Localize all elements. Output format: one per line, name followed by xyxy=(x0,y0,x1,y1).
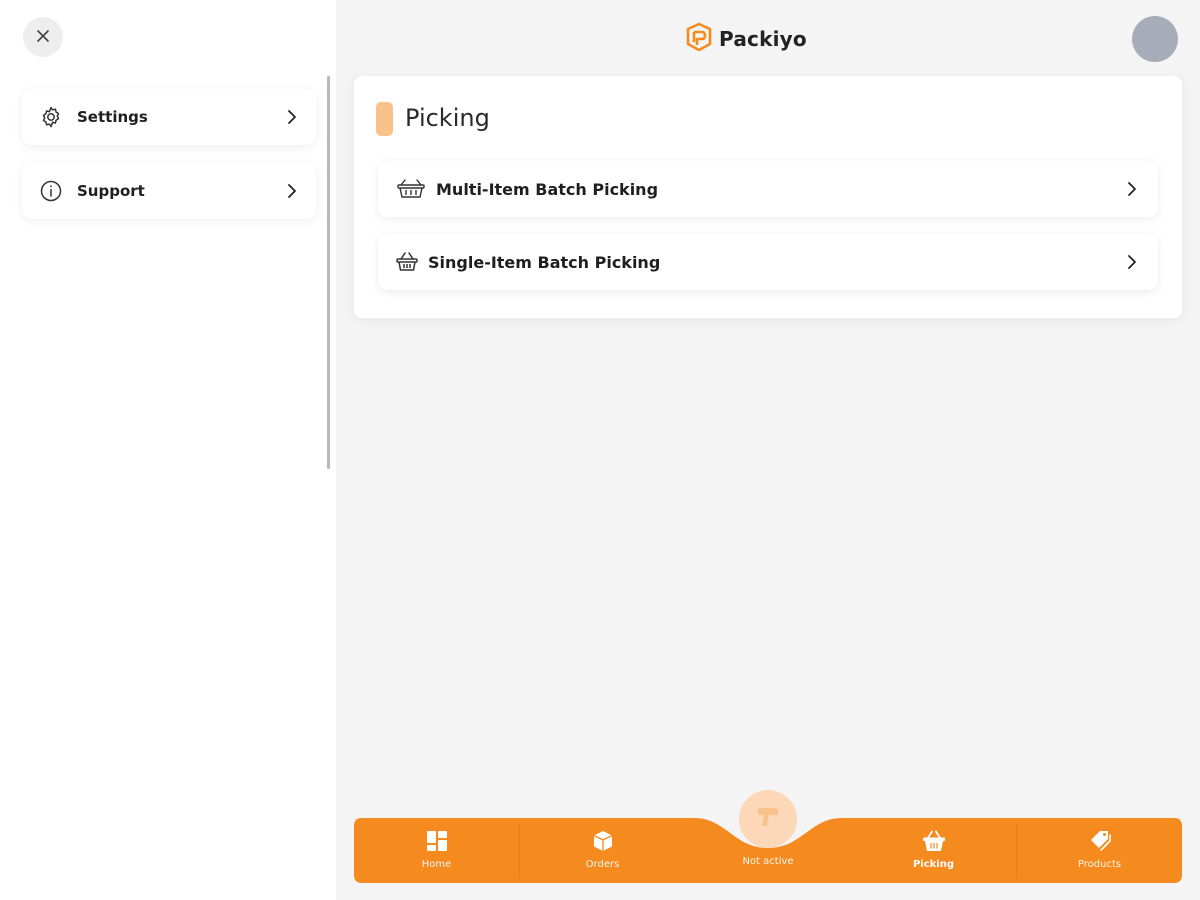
bottom-nav: Home Orders Not active Picking Products xyxy=(354,790,1182,883)
close-drawer-button[interactable] xyxy=(23,17,63,57)
chevron-right-icon xyxy=(1124,181,1140,197)
multi-item-batch-picking-button[interactable]: Multi-Item Batch Picking xyxy=(378,161,1158,217)
gear-icon xyxy=(39,105,63,129)
pick-row-label: Multi-Item Batch Picking xyxy=(436,179,659,199)
side-drawer: Settings Support xyxy=(0,0,336,900)
box-icon xyxy=(592,830,614,856)
nav-item-picking[interactable]: Picking xyxy=(851,818,1016,883)
section-accent-bar xyxy=(376,102,393,136)
chevron-right-icon xyxy=(284,109,300,125)
packiyo-logo-icon xyxy=(684,22,714,56)
tags-icon xyxy=(1088,830,1112,856)
chevron-right-icon xyxy=(1124,254,1140,270)
drawer-item-settings[interactable]: Settings xyxy=(22,89,316,145)
picking-card: Picking Multi-Item Batch Picking Single-… xyxy=(354,76,1182,318)
multi-basket-icon xyxy=(396,179,426,199)
nav-label: Picking xyxy=(912,859,955,870)
basket-icon xyxy=(396,252,418,272)
brand-logo[interactable]: Packiyo xyxy=(684,22,807,56)
pick-row-label: Single-Item Batch Picking xyxy=(428,252,661,272)
single-item-batch-picking-button[interactable]: Single-Item Batch Picking xyxy=(378,234,1158,290)
brand-name: Packiyo xyxy=(719,27,807,51)
close-icon xyxy=(36,28,50,47)
nav-item-home[interactable]: Home xyxy=(354,818,519,883)
basket-icon xyxy=(922,830,946,856)
nav-label: Orders xyxy=(585,859,620,870)
chevron-right-icon xyxy=(284,183,300,199)
drawer-item-label: Support xyxy=(77,182,145,200)
nav-item-orders[interactable]: Orders xyxy=(520,818,685,883)
info-icon xyxy=(39,179,63,203)
nav-label: Products xyxy=(1077,859,1122,870)
scan-fab-label: Not active xyxy=(742,856,794,867)
scan-fab-button[interactable] xyxy=(739,790,797,848)
section-title: Picking xyxy=(405,104,490,132)
nav-item-products[interactable]: Products xyxy=(1017,818,1182,883)
drawer-item-label: Settings xyxy=(77,108,148,126)
drawer-scrollbar[interactable] xyxy=(327,76,330,469)
avatar[interactable] xyxy=(1132,16,1178,62)
scanner-icon xyxy=(755,804,781,834)
grid-icon xyxy=(426,830,448,856)
nav-label: Home xyxy=(421,859,452,870)
drawer-item-support[interactable]: Support xyxy=(22,163,316,219)
main-area: Packiyo Picking Multi-Item Batch Picking xyxy=(336,0,1200,900)
